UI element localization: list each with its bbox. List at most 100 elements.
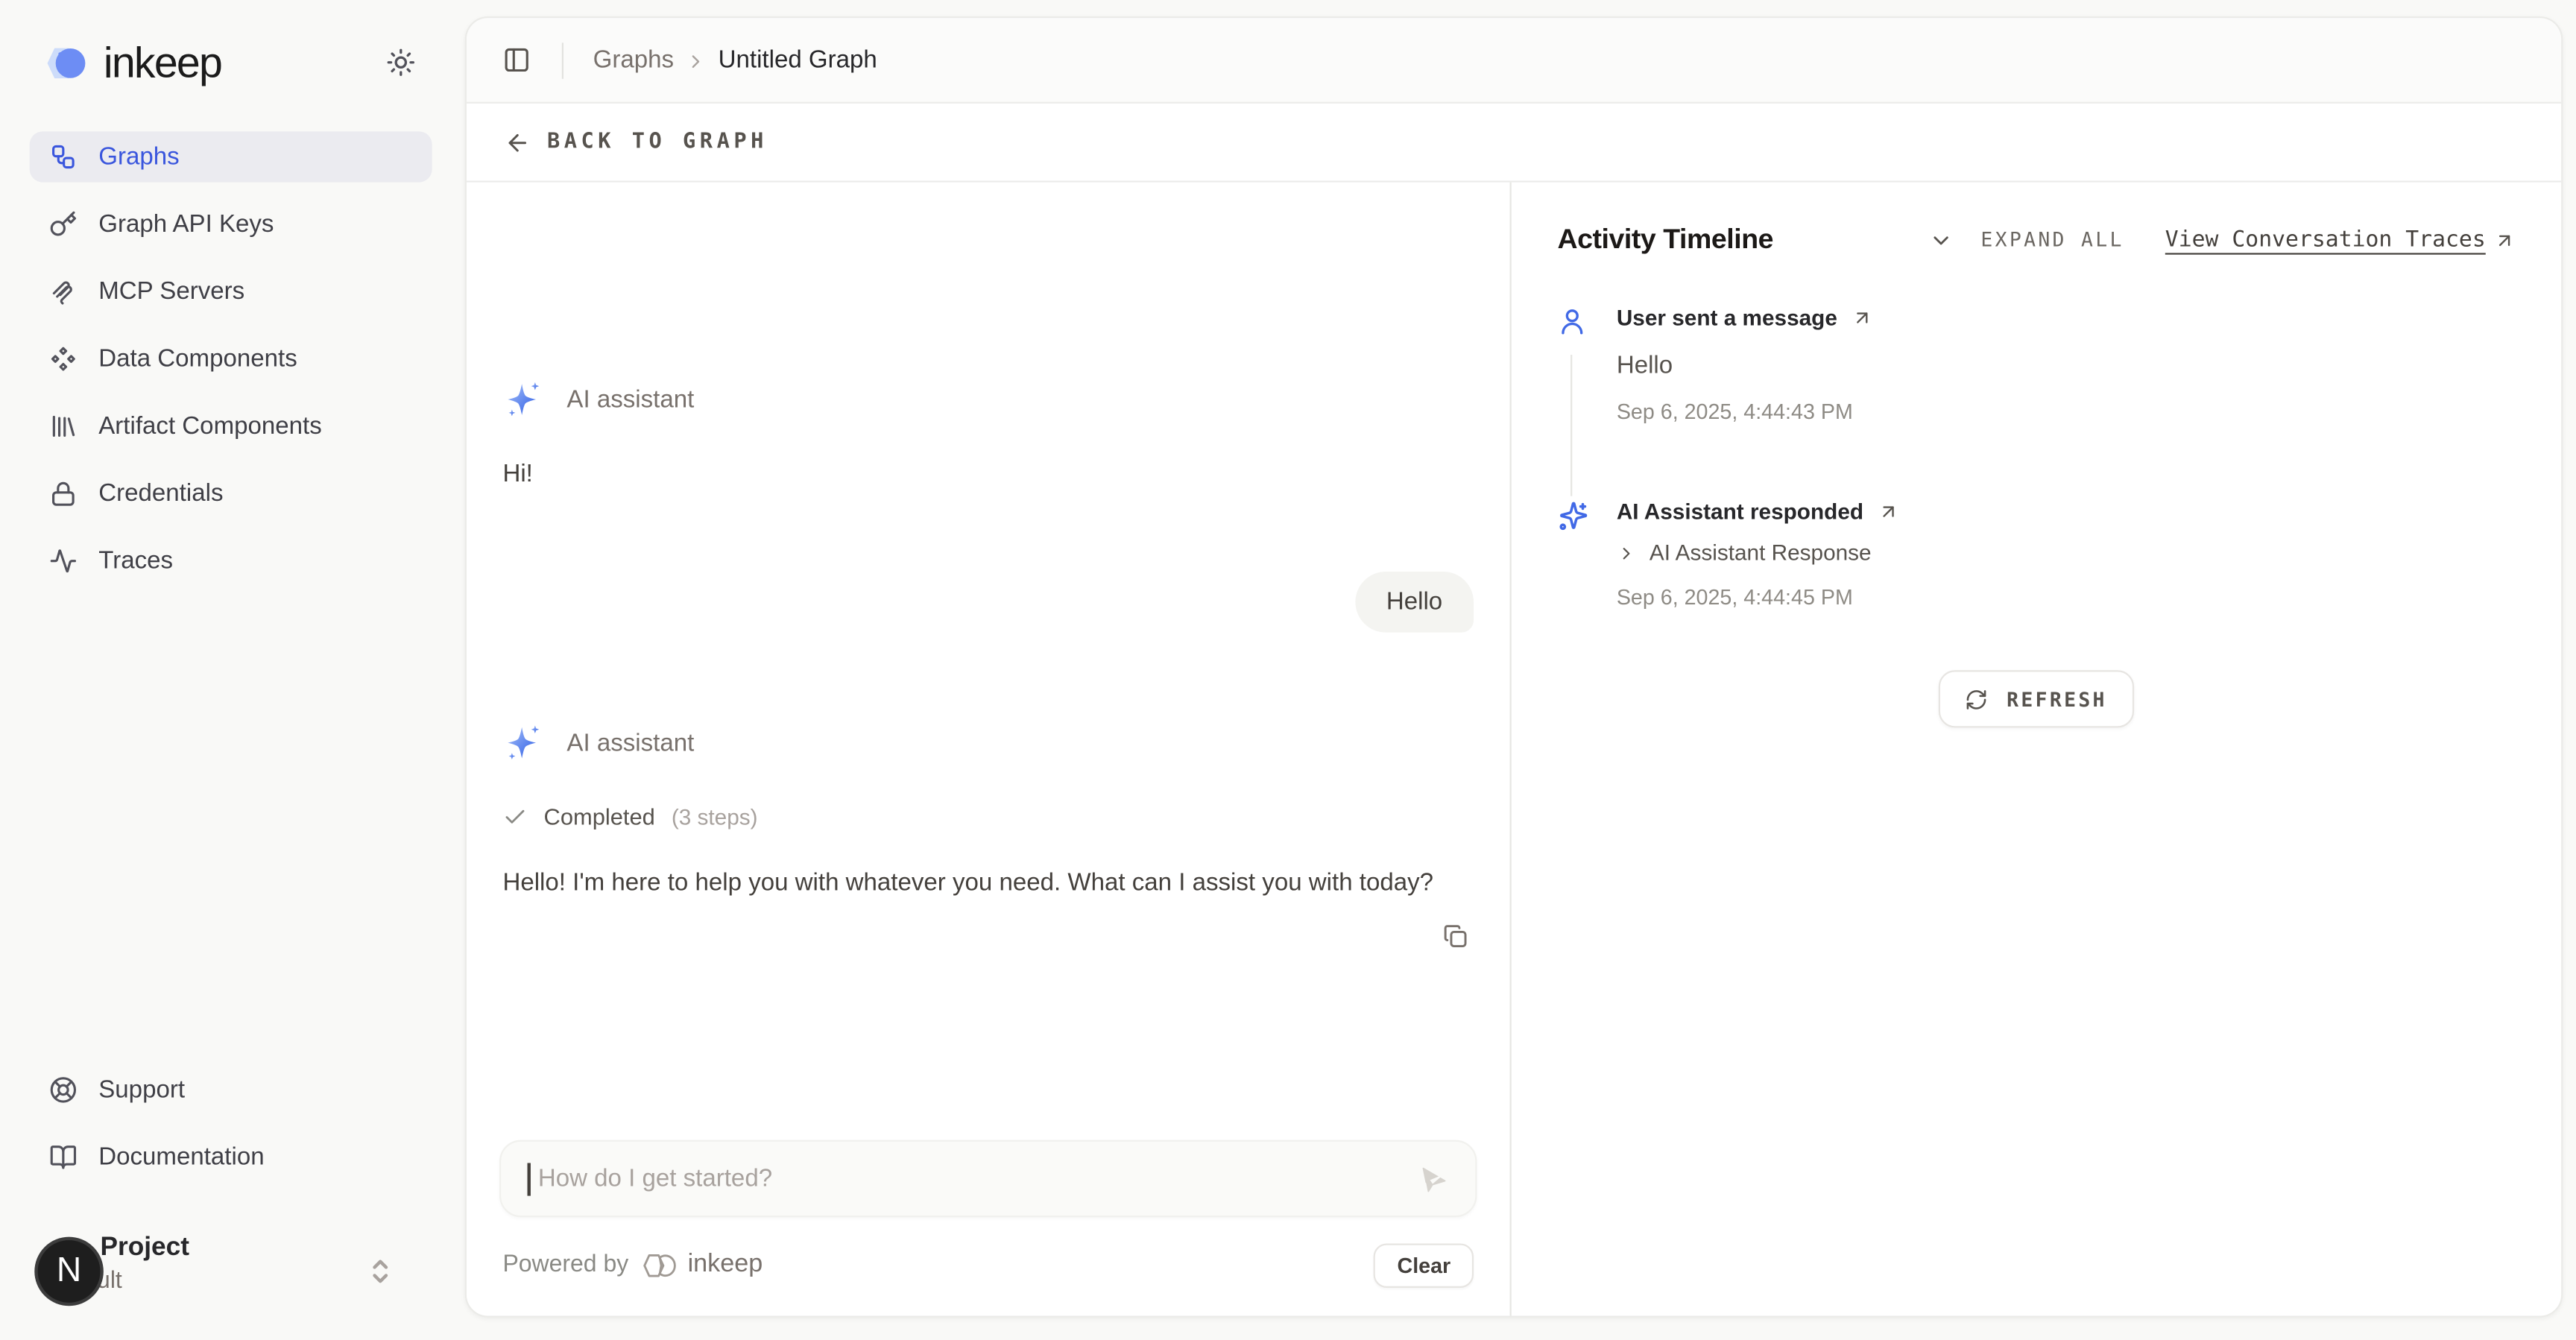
main-panel: Graphs Untitled Graph BACK TO GRAPH: [465, 16, 2563, 1318]
inkeep-mark-icon: [640, 1249, 680, 1280]
chevron-right-icon: [1617, 543, 1636, 562]
sidebar-item-documentation[interactable]: Documentation: [30, 1132, 432, 1183]
send-button[interactable]: [1416, 1162, 1449, 1195]
sparkles-icon: [502, 723, 543, 764]
sun-icon: [386, 48, 416, 78]
sidebar-footer-nav: Support Documentation: [0, 1058, 465, 1183]
book-open-icon: [49, 1143, 77, 1171]
chevron-down-icon: [1928, 227, 1953, 252]
life-buoy-icon: [49, 1076, 77, 1104]
expand-response-label: AI Assistant Response: [1650, 540, 1872, 565]
powered-by[interactable]: Powered by inkeep: [502, 1249, 763, 1280]
project-avatar: N: [34, 1237, 104, 1306]
assistant-message-block: AI assistant Hi!: [502, 379, 1474, 487]
sidebar-item-label: Traces: [98, 547, 173, 575]
assistant-message-block: AI assistant Completed (3 steps) Hello! …: [502, 723, 1474, 950]
status-label: Completed: [544, 803, 655, 829]
sidebar-toggle-button[interactable]: [502, 46, 530, 74]
arrow-up-right-icon: [1852, 307, 1874, 329]
message-actions: [502, 923, 1474, 949]
sidebar-item-data-components[interactable]: Data Components: [30, 333, 432, 384]
timeline-event-title-link[interactable]: User sent a message: [1617, 306, 1874, 330]
chat-input[interactable]: [534, 1163, 1415, 1194]
refresh-button[interactable]: REFRESH: [1939, 670, 2133, 727]
brand-wordmark: inkeep: [104, 37, 221, 88]
sidebar-item-label: Graph API Keys: [98, 210, 274, 238]
avatar-letter: N: [57, 1252, 81, 1292]
sidebar-item-graphs[interactable]: Graphs: [30, 131, 432, 182]
project-switcher[interactable]: N Project ult: [36, 1229, 432, 1315]
timeline-event-user-message: User sent a message Hello Sep 6, 2025, 4…: [1557, 306, 2515, 424]
breadcrumb-parent[interactable]: Graphs: [593, 46, 674, 74]
assistant-message-text: Hello! I'm here to help you with whateve…: [502, 864, 1474, 904]
refresh-row: REFRESH: [1557, 670, 2515, 727]
back-to-graph-label: BACK TO GRAPH: [547, 130, 768, 154]
inkeep-logo: inkeep: [40, 37, 221, 88]
panel-left-icon: [502, 46, 530, 74]
sidebar-item-mcp-servers[interactable]: MCP Servers: [30, 266, 432, 317]
timeline-connector: [1570, 355, 1572, 496]
assistant-message-text: Hi!: [502, 460, 1474, 487]
sparkles-icon: [502, 379, 543, 420]
sidebar-item-credentials[interactable]: Credentials: [30, 468, 432, 519]
timeline-title: Activity Timeline: [1557, 224, 1773, 256]
expand-response-toggle[interactable]: AI Assistant Response: [1617, 540, 1900, 565]
refresh-icon: [1966, 687, 1989, 710]
project-name: Project: [100, 1233, 189, 1263]
chat-input-container[interactable]: [499, 1140, 1477, 1218]
view-conversation-traces-link[interactable]: View Conversation Traces: [2165, 227, 2516, 253]
timeline-header: Activity Timeline EXPAND ALL View Conver…: [1557, 224, 2515, 256]
sidebar-nav: Graphs Graph API Keys MCP Servers Data C…: [0, 125, 465, 587]
sidebar: inkeep Graphs Graph API Keys: [0, 0, 465, 1340]
assistant-label: AI assistant: [566, 730, 694, 757]
sidebar-item-label: Data Components: [98, 345, 297, 373]
breadcrumb-current: Untitled Graph: [719, 46, 877, 74]
sidebar-item-graph-api-keys[interactable]: Graph API Keys: [30, 199, 432, 250]
copy-icon: [1442, 923, 1468, 949]
timeline-event-title-link[interactable]: AI Assistant responded: [1617, 499, 1900, 524]
user-message-row: Hello: [502, 572, 1474, 633]
activity-timeline-panel: Activity Timeline EXPAND ALL View Conver…: [1512, 183, 2561, 1316]
sidebar-header: inkeep: [0, 0, 465, 125]
sidebar-item-label: MCP Servers: [98, 277, 244, 305]
assistant-message-header: AI assistant: [502, 379, 1474, 420]
sidebar-spacer: [0, 587, 465, 1058]
chat-message-list[interactable]: AI assistant Hi! Hello AI assistant: [467, 183, 1510, 1131]
send-icon: [1416, 1162, 1449, 1195]
theme-toggle-button[interactable]: [386, 48, 416, 78]
assistant-label: AI assistant: [566, 386, 694, 414]
timeline-event-title: User sent a message: [1617, 306, 1837, 330]
assistant-message-header: AI assistant: [502, 723, 1474, 764]
sidebar-item-support[interactable]: Support: [30, 1064, 432, 1115]
divider: [562, 42, 564, 78]
inkeep-logo-icon: [40, 37, 90, 88]
sidebar-item-label: Support: [98, 1076, 185, 1104]
workflow-icon: [49, 143, 77, 171]
chevron-right-icon: [686, 50, 707, 72]
components-icon: [49, 345, 77, 373]
sidebar-item-label: Graphs: [98, 143, 179, 171]
timeline-event-timestamp: Sep 6, 2025, 4:44:45 PM: [1617, 585, 1900, 610]
back-to-graph-link[interactable]: BACK TO GRAPH: [467, 104, 2561, 183]
check-icon: [502, 804, 527, 829]
expand-all-button[interactable]: EXPAND ALL: [1980, 228, 2124, 251]
powered-by-label: Powered by: [502, 1252, 628, 1278]
text-caret: [528, 1162, 530, 1195]
activity-icon: [49, 547, 77, 575]
arrow-up-right-icon: [2494, 229, 2516, 250]
sidebar-item-traces[interactable]: Traces: [30, 536, 432, 587]
chat-playground: AI assistant Hi! Hello AI assistant: [467, 183, 1512, 1316]
sidebar-item-label: Credentials: [98, 480, 223, 508]
clear-button[interactable]: Clear: [1374, 1242, 1474, 1287]
breadcrumb-bar: Graphs Untitled Graph: [467, 18, 2561, 104]
key-icon: [49, 210, 77, 238]
chevrons-up-down-icon: [368, 1252, 393, 1292]
collapse-timeline-button[interactable]: [1928, 227, 1953, 252]
refresh-label: REFRESH: [2007, 687, 2107, 710]
completion-status[interactable]: Completed (3 steps): [502, 803, 1474, 829]
arrow-left-icon: [505, 129, 531, 155]
app-window: inkeep Graphs Graph API Keys: [0, 0, 2576, 1340]
sidebar-item-label: Documentation: [98, 1143, 264, 1171]
copy-button[interactable]: [1442, 923, 1468, 949]
sidebar-item-artifact-components[interactable]: Artifact Components: [30, 401, 432, 452]
